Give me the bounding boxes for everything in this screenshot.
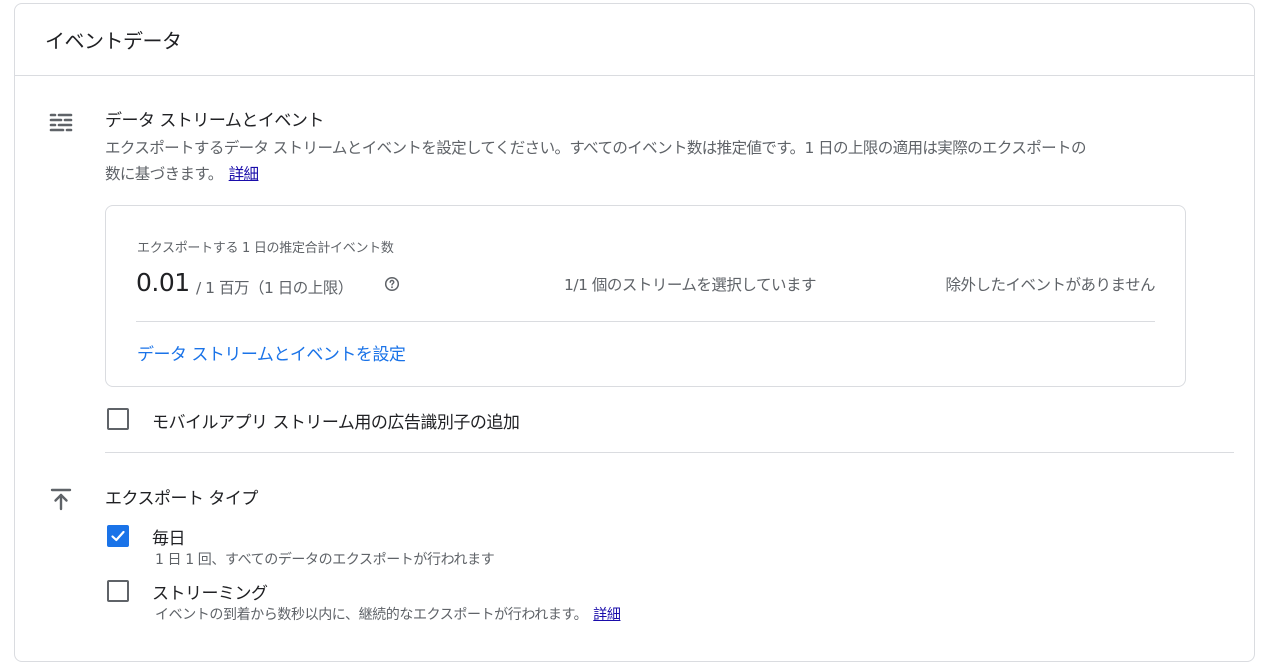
streaming-learn-more-link[interactable]: 詳細 [593,607,621,623]
streaming-label: ストリーミング [152,584,268,604]
section-divider [105,452,1234,453]
streams-selected-text: 1/1 個のストリームを選択しています [564,276,816,294]
ad-id-checkbox-label: モバイルアプリ ストリーム用の広告識別子の追加 [152,413,520,433]
tune-lines-icon [47,108,75,136]
streaming-sublabel: イベントの到着から数秒以内に、継続的なエクスポートが行われます。 詳細 [155,604,621,624]
upload-arrow-icon [47,485,75,513]
export-type-title: エクスポート タイプ [105,489,258,509]
streaming-sublabel-text: イベントの到着から数秒以内に、継続的なエクスポートが行われます。 [155,607,588,623]
check-icon [111,530,125,542]
estimate-label: エクスポートする 1 日の推定合計イベント数 [137,241,394,256]
estimate-value: 0.01 [136,268,190,297]
daily-checkbox[interactable] [107,525,129,547]
configure-streams-link[interactable]: データ ストリームとイベントを設定 [137,340,406,365]
daily-sublabel: 1 日 1 回、すべてのデータのエクスポートが行われます [155,552,495,568]
event-data-card: イベントデータ データ ストリームとイベント エクスポートするデータ ストリーム… [14,3,1255,662]
learn-more-link[interactable]: 詳細 [229,165,259,183]
event-estimate-box: エクスポートする 1 日の推定合計イベント数 0.01 / 1 百万（1 日の上… [105,205,1186,387]
card-title: イベントデータ [45,29,182,53]
help-circle-icon[interactable] [384,276,400,292]
streaming-checkbox[interactable] [107,580,129,602]
daily-label: 毎日 [152,529,186,549]
excluded-events-text: 除外したイベントがありません [945,276,1155,294]
ad-id-checkbox[interactable] [107,408,129,430]
card-header: イベントデータ [15,4,1254,76]
streams-section-title: データ ストリームとイベント [105,111,324,131]
streams-description: エクスポートするデータ ストリームとイベントを設定してください。すべてのイベント… [105,135,1095,187]
estimate-limit: / 1 百万（1 日の上限） [196,279,353,297]
estimate-divider [136,321,1155,322]
